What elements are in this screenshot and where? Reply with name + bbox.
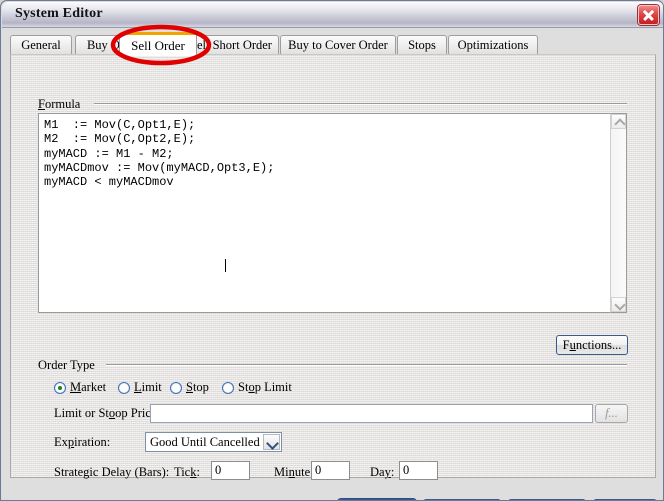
system-editor-window: System Editor General Buy Order Sell Ord… — [0, 0, 664, 501]
tab-sell-order[interactable]: Sell Order — [119, 32, 197, 56]
expiration-selected-value: Good Until Cancelled — [150, 435, 260, 449]
chevron-up-icon[interactable] — [611, 114, 626, 130]
functions-button-label: nctions... — [575, 338, 622, 352]
radio-stop-limit[interactable]: Stop Limit — [222, 380, 292, 395]
tab-stops[interactable]: Stops — [397, 35, 447, 55]
strategic-delay-label-text: ic Delay (Bars): — [89, 465, 170, 479]
scrollbar-track[interactable] — [611, 129, 626, 297]
window-client-area: General Buy Order Sell Order Sell Short … — [2, 28, 663, 500]
formula-scrollbar[interactable] — [610, 113, 627, 313]
chevron-down-icon[interactable] — [263, 434, 280, 450]
minute-input[interactable] — [311, 461, 350, 480]
radio-indicator-stop — [170, 381, 182, 394]
tab-general[interactable]: General — [10, 35, 72, 55]
radio-limit[interactable]: Limit — [118, 380, 162, 395]
order-type-group-label: Order Type — [38, 358, 95, 372]
formula-group-divider — [94, 103, 627, 105]
formula-textarea[interactable]: M1 := Mov(C,Opt1,E); M2 := Mov(C,Opt2,E)… — [38, 113, 627, 313]
radio-indicator-limit — [118, 381, 130, 394]
tick-input[interactable] — [211, 461, 250, 480]
tab-optimizations[interactable]: Optimizations — [448, 35, 538, 55]
radio-stop[interactable]: Stop — [170, 380, 209, 395]
limit-or-stop-price-input[interactable] — [150, 404, 593, 423]
tick-label-text: : — [196, 465, 200, 479]
window-title: System Editor — [15, 6, 103, 21]
day-input[interactable] — [399, 461, 438, 480]
minute-label: Minute: — [274, 465, 314, 479]
formula-group-label: Formula — [38, 97, 81, 111]
radio-label-stop: top — [192, 380, 209, 394]
expiration-dropdown[interactable]: Good Until Cancelled — [145, 432, 282, 452]
formula-fx-button[interactable]: f... — [595, 404, 628, 423]
order-type-group-divider — [106, 364, 627, 366]
close-icon[interactable] — [638, 5, 659, 25]
radio-label-limit: imit — [141, 380, 162, 394]
title-bar: System Editor — [2, 2, 663, 28]
expiration-label: Expiration: — [54, 435, 111, 449]
chevron-down-icon[interactable] — [611, 297, 626, 312]
radio-market[interactable]: Market — [54, 380, 106, 395]
text-caret — [225, 259, 226, 272]
dialog-footer: 確定 取消 Print 説明 — [2, 480, 663, 500]
tab-sell-short-order[interactable]: Sell Short Order — [183, 35, 279, 55]
day-label-text: : — [390, 465, 395, 479]
tab-buy-to-cover-order[interactable]: Buy to Cover Order — [280, 35, 396, 55]
functions-button[interactable]: Functions... — [556, 335, 628, 355]
formula-text: M1 := Mov(C,Opt1,E); M2 := Mov(C,Opt2,E)… — [44, 118, 275, 190]
radio-indicator-market — [54, 381, 66, 394]
radio-label-stop-limit: p Limit — [254, 380, 292, 394]
tab-strip: General Buy Order Sell Order Sell Short … — [2, 32, 663, 56]
tick-label: Tick: — [174, 465, 200, 479]
formula-group-label-text: ormula — [44, 97, 81, 111]
day-label: Day: — [370, 465, 395, 479]
strategic-delay-label: Strategic Delay (Bars): — [54, 465, 170, 479]
radio-label-market: arket — [81, 380, 107, 394]
expiration-label-text: iration: — [74, 435, 111, 449]
limit-or-stop-price-label: Limit or Stoop Price: — [54, 406, 160, 420]
radio-indicator-stop-limit — [222, 381, 234, 394]
